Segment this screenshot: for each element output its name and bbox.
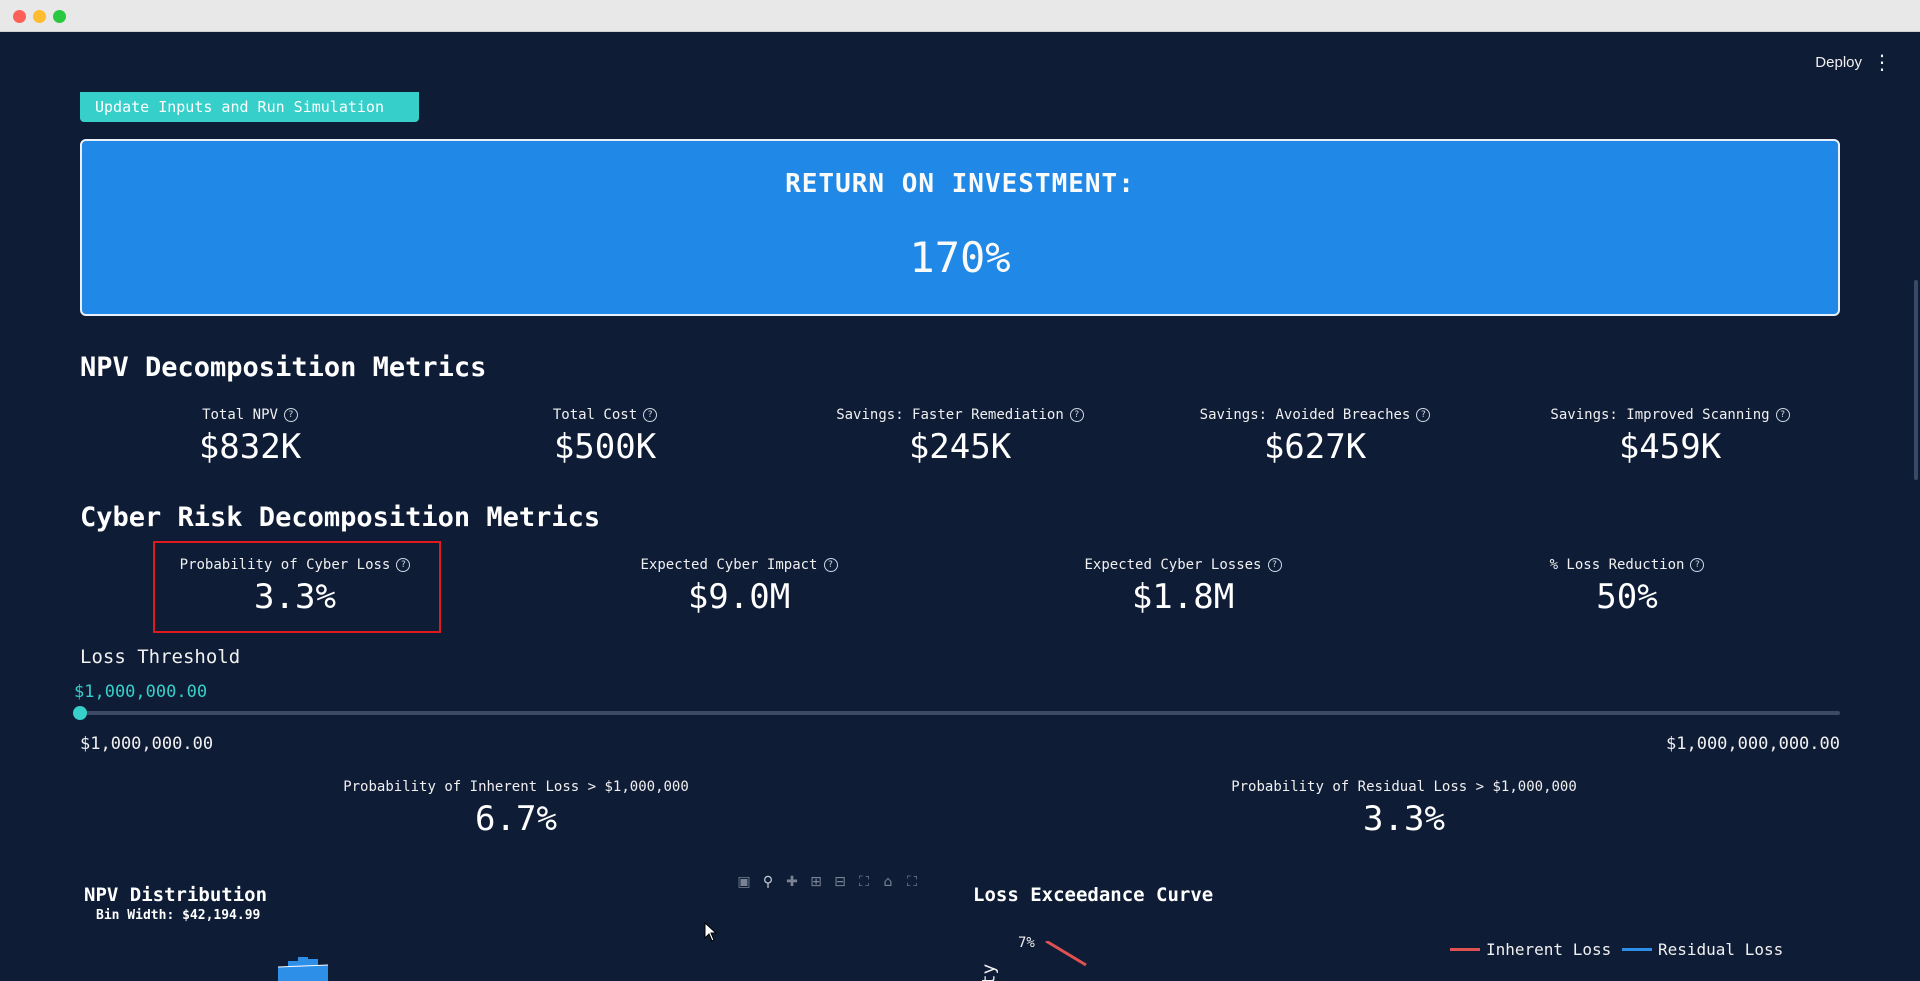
fullscreen-icon[interactable]: ⛶: [904, 874, 920, 890]
minimize-window-button[interactable]: [33, 10, 46, 23]
metric-value: 3.3%: [1363, 799, 1445, 839]
scrollbar[interactable]: [1914, 280, 1918, 480]
metric-label: Total NPV: [202, 407, 278, 423]
maximize-window-button[interactable]: [53, 10, 66, 23]
y-axis-tick: 7%: [1018, 935, 1035, 951]
metric-value: $245K: [908, 427, 1012, 467]
slider-current-value: $1,000,000.00: [74, 682, 208, 702]
autoscale-icon[interactable]: ⛶: [856, 874, 872, 890]
metric-inherent-loss-probability: Probability of Inherent Loss > $1,000,00…: [80, 776, 952, 839]
metric-label: % Loss Reduction: [1549, 557, 1685, 573]
npv-chart-subtitle: Bin Width: $42,194.99: [96, 908, 261, 923]
help-icon[interactable]: ?: [1775, 408, 1790, 422]
metric-expected-losses: Expected Cyber Losses? $1.8M: [968, 554, 1398, 617]
legend-label: Residual Loss: [1658, 940, 1784, 959]
pan-icon[interactable]: ✚: [784, 874, 800, 890]
slider-max-label: $1,000,000,000.00: [1666, 734, 1840, 754]
metric-savings-scanning: Savings: Improved Scanning? $459K: [1500, 404, 1840, 467]
npv-histogram: [277, 957, 329, 981]
highlight-box: [153, 541, 441, 633]
help-icon[interactable]: ?: [1416, 408, 1431, 422]
loss-threshold-slider-handle[interactable]: [73, 706, 87, 720]
metric-value: $9.0M: [687, 577, 791, 617]
legend-swatch: [1622, 948, 1652, 951]
legend-swatch: [1450, 948, 1480, 951]
help-icon[interactable]: ?: [1069, 408, 1084, 422]
home-icon[interactable]: ⌂: [880, 874, 896, 890]
metric-label: Savings: Improved Scanning: [1550, 407, 1770, 423]
metric-value: 50%: [1596, 577, 1658, 617]
zoom-in-icon[interactable]: ⊞: [808, 874, 824, 890]
help-icon[interactable]: ?: [1267, 558, 1282, 572]
roi-title: RETURN ON INVESTMENT:: [785, 169, 1135, 199]
histogram-bar: [278, 967, 288, 981]
legend-residual-loss[interactable]: Residual Loss: [1622, 940, 1783, 959]
metric-residual-loss-probability: Probability of Residual Loss > $1,000,00…: [968, 776, 1840, 839]
help-icon[interactable]: ?: [1690, 558, 1705, 572]
metric-label: Probability of Inherent Loss > $1,000,00…: [343, 779, 689, 795]
slider-min-label: $1,000,000.00: [80, 734, 214, 754]
metric-label: Probability of Residual Loss > $1,000,00…: [1231, 779, 1577, 795]
metric-value: $500K: [553, 427, 657, 467]
y-axis-label: ty: [978, 963, 1000, 981]
histogram-bar: [318, 965, 328, 981]
app-main: Deploy ⋮ Update Inputs and Run Simulatio…: [0, 32, 1920, 981]
metric-savings-remediation: Savings: Faster Remediation? $245K: [790, 404, 1130, 467]
metric-savings-breaches: Savings: Avoided Breaches? $627K: [1145, 404, 1485, 467]
metric-label: Savings: Avoided Breaches: [1199, 407, 1411, 423]
zoom-icon[interactable]: ⚲: [760, 874, 776, 890]
npv-section-title: NPV Decomposition Metrics: [80, 352, 487, 383]
histogram-bar: [308, 959, 318, 981]
metric-expected-impact: Expected Cyber Impact? $9.0M: [524, 554, 954, 617]
risk-section-title: Cyber Risk Decomposition Metrics: [80, 502, 601, 533]
metric-total-cost: Total Cost? $500K: [435, 404, 775, 467]
run-simulation-button[interactable]: Update Inputs and Run Simulation: [80, 92, 419, 122]
inherent-loss-line: [1045, 941, 1087, 967]
loss-exceedance-plot: [1045, 941, 1087, 967]
npv-chart-title: NPV Distribution: [84, 884, 268, 906]
zoom-out-icon[interactable]: ⊟: [832, 874, 848, 890]
metric-label: Expected Cyber Losses: [1084, 557, 1262, 573]
legend-inherent-loss[interactable]: Inherent Loss: [1450, 940, 1611, 959]
histogram-bar: [298, 957, 308, 981]
window-titlebar: [0, 0, 1920, 32]
mouse-cursor: [704, 922, 718, 942]
metric-total-npv: Total NPV? $832K: [80, 404, 420, 467]
loss-threshold-slider-track[interactable]: [80, 711, 1840, 715]
deploy-button[interactable]: Deploy: [1815, 54, 1862, 71]
slider-label: Loss Threshold: [80, 646, 241, 668]
metric-label: Savings: Faster Remediation: [836, 407, 1064, 423]
vertical-dots-icon[interactable]: ⋮: [1872, 50, 1892, 74]
histogram-bar: [288, 961, 298, 981]
metric-value: $627K: [1263, 427, 1367, 467]
close-window-button[interactable]: [13, 10, 26, 23]
roi-banner: RETURN ON INVESTMENT: 170%: [80, 139, 1840, 316]
help-icon[interactable]: ?: [823, 558, 838, 572]
help-icon[interactable]: ?: [283, 408, 298, 422]
metric-value: 6.7%: [475, 799, 557, 839]
metric-label: Expected Cyber Impact: [640, 557, 818, 573]
camera-icon[interactable]: ▣: [736, 874, 752, 890]
loss-chart-title: Loss Exceedance Curve: [973, 884, 1214, 906]
chart-modebar: ▣ ⚲ ✚ ⊞ ⊟ ⛶ ⌂ ⛶: [736, 874, 920, 890]
metric-loss-reduction: % Loss Reduction? 50%: [1412, 554, 1842, 617]
roi-value: 170%: [909, 233, 1011, 282]
metric-value: $832K: [198, 427, 302, 467]
metric-value: $1.8M: [1131, 577, 1235, 617]
metric-value: $459K: [1618, 427, 1722, 467]
metric-label: Total Cost: [552, 407, 638, 423]
legend-label: Inherent Loss: [1486, 940, 1612, 959]
help-icon[interactable]: ?: [643, 408, 658, 422]
